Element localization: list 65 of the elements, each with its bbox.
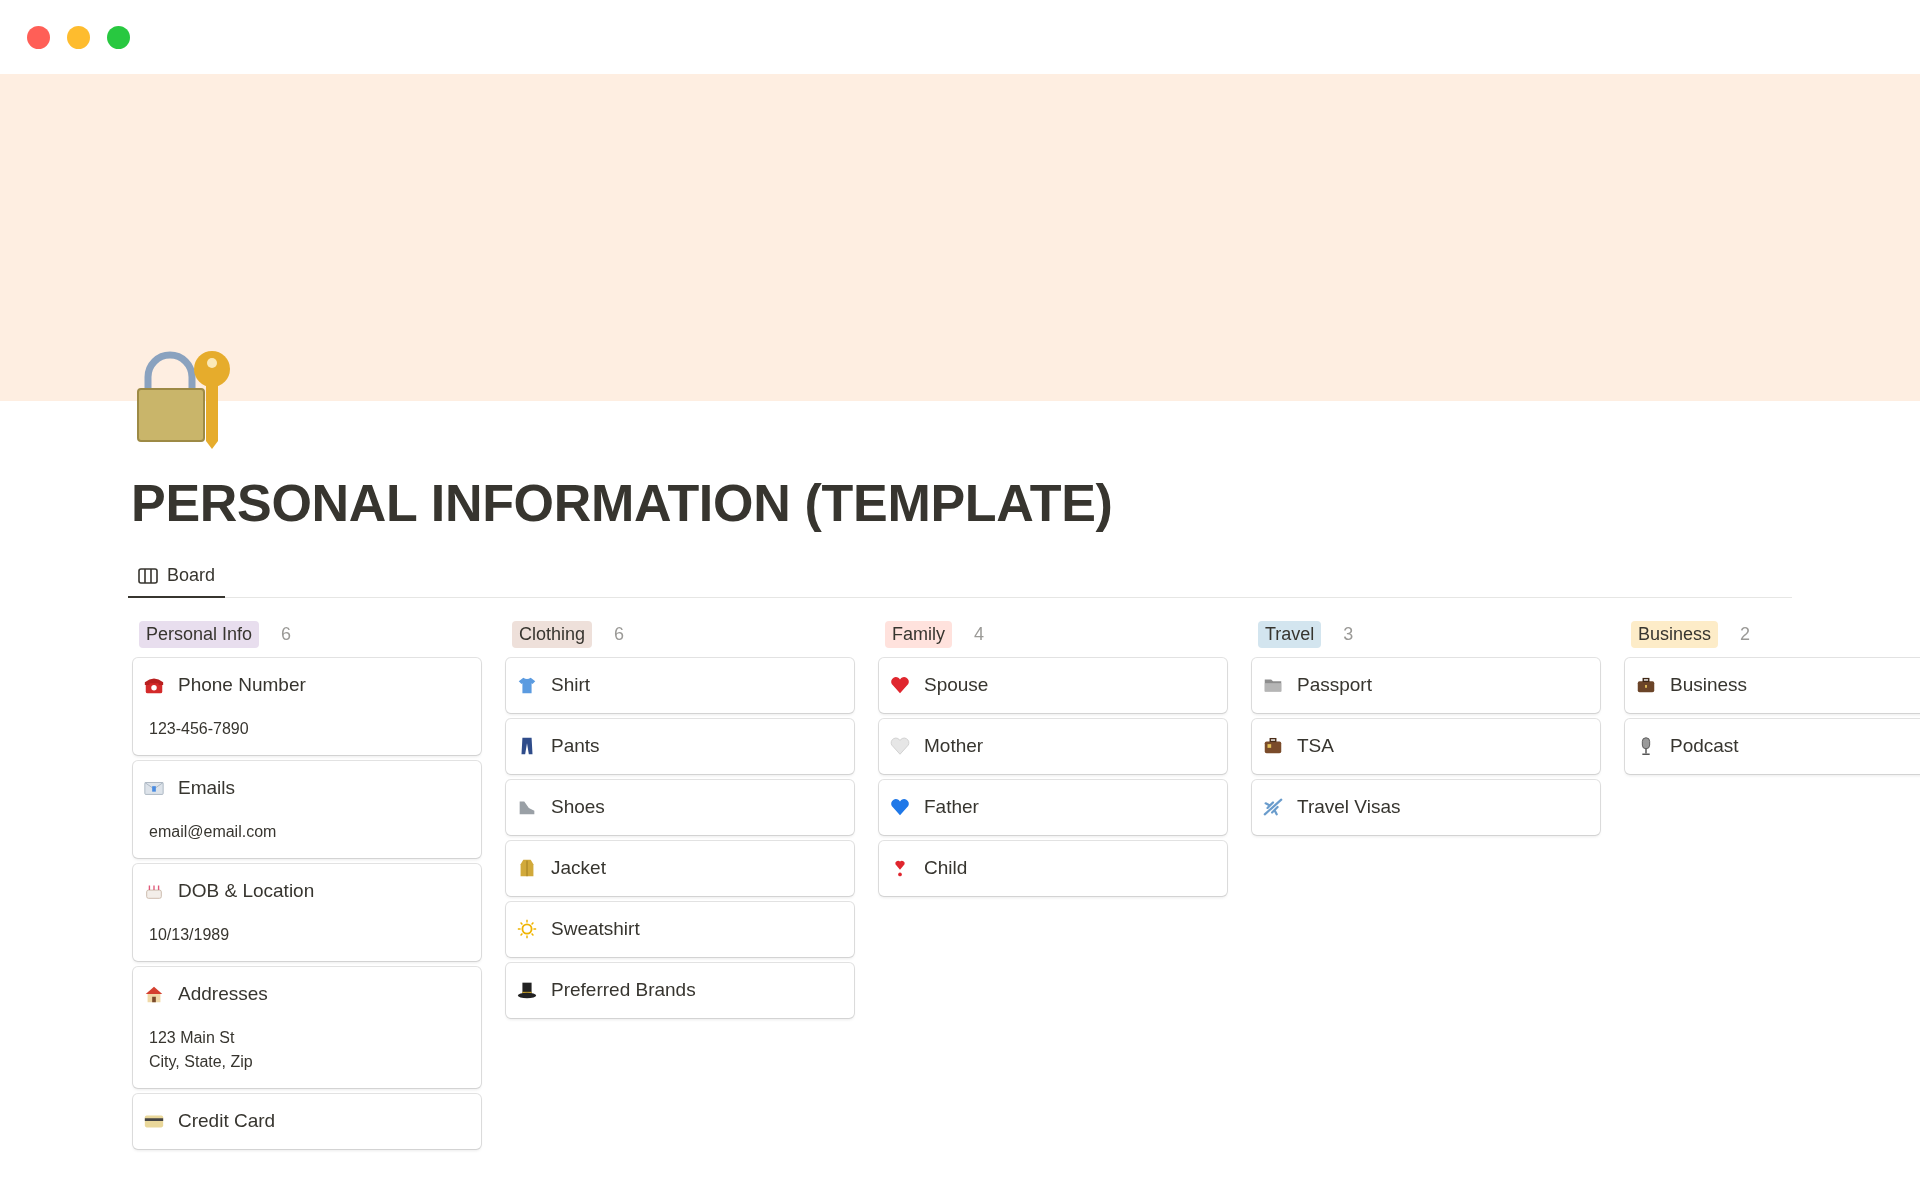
board-card[interactable]: Child <box>879 841 1227 896</box>
card-title: Pants <box>551 735 600 757</box>
board-card[interactable]: Preferred Brands <box>506 963 854 1018</box>
board-card[interactable]: Podcast <box>1625 719 1920 774</box>
card-title: Child <box>924 857 968 879</box>
card-property-text: 10/13/1989 <box>149 925 231 945</box>
board-card[interactable]: Business <box>1625 658 1920 713</box>
card-property-text: 123 Main St <box>149 1028 236 1048</box>
card-property-text: City, State, Zip <box>149 1052 254 1072</box>
sun-icon <box>516 918 538 940</box>
board-card[interactable]: TSA <box>1252 719 1600 774</box>
board-card[interactable]: Emails email@email.com <box>133 761 481 858</box>
card-title: Jacket <box>551 857 606 879</box>
card-title: DOB & Location <box>178 880 315 902</box>
board-card[interactable]: Spouse <box>879 658 1227 713</box>
board-card[interactable]: Pants <box>506 719 854 774</box>
card-count: 6 <box>281 623 292 645</box>
card-title: Mother <box>924 735 984 757</box>
card-title: Father <box>924 796 979 818</box>
group-tag: Family <box>885 620 952 648</box>
board-card[interactable]: Shirt <box>506 658 854 713</box>
card-title: Passport <box>1297 674 1372 696</box>
heart-icon <box>889 796 911 818</box>
card-title: Business <box>1670 674 1748 696</box>
card-count: 2 <box>1740 623 1751 645</box>
card-title: Sweatshirt <box>551 918 640 940</box>
board-card[interactable]: Travel Visas <box>1252 780 1600 835</box>
card-count: 4 <box>974 623 984 645</box>
board-card[interactable]: Sweatshirt <box>506 902 854 957</box>
card-property-text: 123-456-7890 <box>149 719 250 739</box>
zoom-window-button[interactable] <box>107 25 130 49</box>
card-count: 6 <box>614 623 625 645</box>
board-card[interactable]: Jacket <box>506 841 854 896</box>
card-title: Phone Number <box>178 674 306 696</box>
close-window-button[interactable] <box>27 25 50 49</box>
heart-icon <box>889 735 911 757</box>
card-title: Shoes <box>551 796 605 818</box>
board-card[interactable]: Addresses 123 Main St City, State, Zip <box>133 967 481 1088</box>
group-tag: Clothing <box>512 620 593 648</box>
board-card[interactable]: Credit Card <box>133 1094 481 1149</box>
board-card[interactable]: Father <box>879 780 1227 835</box>
card-title: Preferred Brands <box>551 979 696 1001</box>
card-count: 3 <box>1343 623 1354 645</box>
board-card[interactable]: DOB & Location 10/13/1989 <box>133 864 481 961</box>
group-tag: Business <box>1631 620 1719 648</box>
board-card[interactable]: Phone Number 123-456-7890 <box>133 658 481 755</box>
card-title: Credit Card <box>178 1110 276 1132</box>
card-title: TSA <box>1297 735 1334 757</box>
card-title: Spouse <box>924 674 989 696</box>
group-tag: Travel <box>1258 620 1322 648</box>
card-property-text: email@email.com <box>149 822 278 842</box>
card-title: Travel Visas <box>1297 796 1401 818</box>
board-card[interactable]: Passport <box>1252 658 1600 713</box>
card-title: Addresses <box>178 983 268 1005</box>
card-title: Shirt <box>551 674 591 696</box>
board-view-icon <box>138 567 158 584</box>
board-card[interactable]: Shoes <box>506 780 854 835</box>
heart-icon <box>889 674 911 696</box>
card-title: Emails <box>178 777 235 799</box>
card-title: Podcast <box>1670 735 1739 757</box>
board-view-tab[interactable]: Board <box>128 559 226 598</box>
minimize-window-button[interactable] <box>67 25 90 49</box>
page-title: PERSONAL INFORMATION (TEMPLATE) <box>131 473 1114 534</box>
board-card[interactable]: Mother <box>879 719 1227 774</box>
group-tag: Personal Info <box>139 620 260 648</box>
